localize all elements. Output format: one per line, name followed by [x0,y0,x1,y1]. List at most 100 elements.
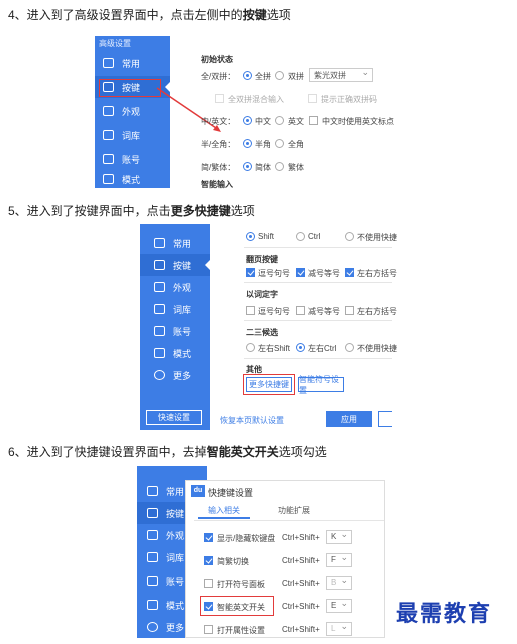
label-traditional: 繁体 [288,163,304,172]
radio-lr-ctrl[interactable] [296,343,305,352]
highlight-smart-english [200,596,274,616]
highlight-more-shortcuts [243,374,295,395]
sidebar-item-dictionary[interactable]: 词库 [140,298,210,320]
key-select-symbol-panel[interactable]: B [326,575,352,590]
radio-traditional[interactable] [275,162,284,171]
step-5-text: 5、进入到了按键界面中，点击更多快捷键选项 [8,204,255,218]
radio-lr-shift[interactable] [246,343,255,352]
user-icon [103,154,114,164]
label-ctrl: Ctrl [308,232,321,241]
sidebar-item-mode[interactable]: 模式 [140,342,210,364]
checkbox-soft-keyboard[interactable] [204,533,213,542]
screenshot-shortcut-settings: 常用 按键 外观 词库 账号 模式 更多 du 快捷键设置 输入相关 功能扩展 … [137,466,385,638]
checkbox-mixed-input[interactable] [215,94,224,103]
keyboard-icon [154,260,165,270]
sidebar-title: 高级设置 [99,39,131,48]
row-label-script: 简/繁体： [201,163,236,172]
sidebar-item-common[interactable]: 常用 [140,232,210,254]
checkbox-page-minus[interactable] [296,268,305,277]
keyboard-icon [147,508,158,518]
radio-shift[interactable] [246,232,255,241]
sidebar-item-keys[interactable]: 按键 [140,254,210,276]
sidebar-item-more[interactable]: 更多 [140,364,210,386]
mode-icon [103,174,114,184]
monitor-icon [147,486,158,496]
sidebar-item-account[interactable]: 账号 [95,148,170,170]
checkbox-symbol-panel[interactable] [204,579,213,588]
key-select-soft-keyboard[interactable]: K [326,529,352,544]
checkbox-hint-code[interactable] [308,94,317,103]
radio-fullwidth[interactable] [275,139,284,148]
restore-default-link[interactable]: 恢复本页默认设置 [220,415,284,426]
label-mixed-input: 全双拼混合输入 [228,95,284,104]
checkbox-word-bracket[interactable] [345,306,354,315]
tab-input-related[interactable]: 输入相关 [198,505,250,519]
section-smart-input: 智能输入 [201,180,233,189]
combo-trad-simp: Ctrl+Shift+ [282,556,320,565]
book-icon [147,552,158,562]
quick-setup-button[interactable]: 快速设置 [146,410,202,425]
book-icon [103,130,114,140]
radio-quanpin[interactable] [243,71,252,80]
checkbox-page-bracket[interactable] [345,268,354,277]
checkbox-english-punct[interactable] [309,116,318,125]
label-page-minus: 减号等号 [308,269,340,278]
monitor-icon [103,58,114,68]
screenshot-keys-page: 常用 按键 外观 词库 账号 模式 更多 快速设置 Shift Ctrl 不使用… [140,224,397,430]
label-fullwidth: 全角 [288,140,304,149]
label-page-comma: 逗号句号 [258,269,290,278]
radio-ctrl[interactable] [296,232,305,241]
sidebar-item-appearance[interactable]: 外观 [140,276,210,298]
dialog-title: 快捷键设置 [208,488,254,498]
tab-feature-extension[interactable]: 功能扩展 [268,505,320,519]
shuangpin-select[interactable]: 紫光双拼 [309,67,373,82]
combo-smart-english: Ctrl+Shift+ [282,602,320,611]
label-shift: Shift [258,232,275,241]
sidebar-item-account[interactable]: 账号 [140,320,210,342]
smart-symbol-button[interactable]: 智能符号设置 [298,375,344,395]
radio-shuangpin[interactable] [275,71,284,80]
radio-chinese[interactable] [243,116,252,125]
label-english-punct: 中文时使用英文标点 [322,117,394,126]
label-word-minus: 减号等号 [308,307,340,316]
label-simplified: 简体 [255,163,271,172]
label-no-shortcut: 不使用快捷 [357,233,397,242]
key-select-trad-simp[interactable]: F [326,552,352,567]
radio-simplified[interactable] [243,162,252,171]
section-initial-state: 初始状态 [201,55,233,64]
key-select-smart-english[interactable]: E [326,598,352,613]
label-candidate-none: 不使用快捷 [357,344,397,353]
cancel-button-edge[interactable] [378,411,392,427]
section-word-select: 以词定字 [246,290,278,299]
key-select-property-settings[interactable]: L [326,621,352,636]
gear-icon [147,622,158,632]
radio-english[interactable] [275,116,284,125]
label-shuangpin: 双拼 [288,72,304,81]
dialog-header: du 快捷键设置 [186,481,384,501]
combo-property-settings: Ctrl+Shift+ [282,625,320,634]
book-icon [154,304,165,314]
step-4-text: 4、进入到了高级设置界面中，点击左侧中的按键选项 [8,8,291,22]
label-quanpin: 全拼 [255,72,271,81]
label-word-bracket: 左右方括号 [357,307,397,316]
row-label-width: 半/全角： [201,140,236,149]
section-candidate: 二三候选 [246,328,278,337]
checkbox-word-comma[interactable] [246,306,255,315]
shirt-icon [154,282,165,292]
sidebar-item-mode[interactable]: 模式 [95,168,170,190]
apply-button[interactable]: 应用 [326,411,372,427]
checkbox-property-settings[interactable] [204,625,213,634]
radio-no-shortcut[interactable] [345,232,354,241]
label-lr-ctrl: 左右Ctrl [308,344,337,353]
checkbox-trad-simp[interactable] [204,556,213,565]
radio-candidate-none[interactable] [345,343,354,352]
monitor-icon [154,238,165,248]
mode-icon [154,348,165,358]
radio-halfwidth[interactable] [243,139,252,148]
label-trad-simp: 简繁切换 [217,557,249,566]
row-label-pinyin: 全/双拼： [201,72,236,81]
checkbox-page-comma[interactable] [246,268,255,277]
checkbox-word-minus[interactable] [296,306,305,315]
sidebar-item-common[interactable]: 常用 [95,52,170,74]
label-page-bracket: 左右方括号 [357,269,397,278]
